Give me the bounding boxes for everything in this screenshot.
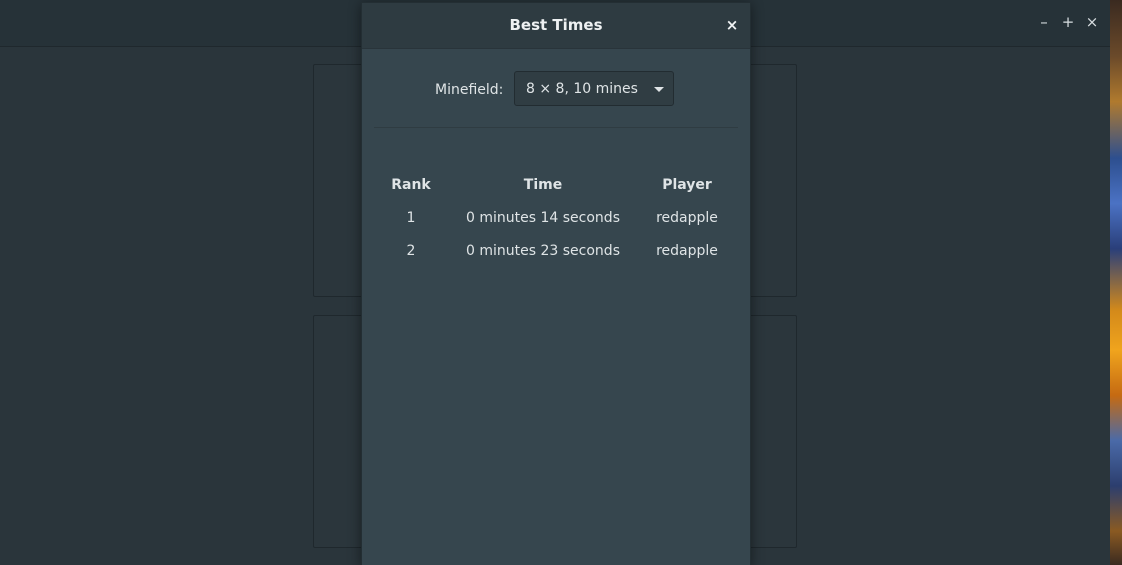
cell-player: redapple [656, 210, 718, 226]
cell-time: 0 minutes 14 seconds [466, 210, 620, 226]
cell-rank: 1 [406, 210, 416, 226]
minefield-label: Minefield: [435, 82, 504, 98]
cell-rank: 2 [406, 243, 416, 259]
minimize-icon[interactable]: – [1034, 12, 1054, 32]
column-header-rank: Rank [391, 177, 431, 193]
cell-time: 0 minutes 23 seconds [466, 243, 620, 259]
column-header-time: Time [523, 177, 563, 193]
best-times-dialog: Best Times × Minefield: 8 × 8, 10 mines … [361, 2, 751, 565]
dialog-headerbar: Best Times × [362, 3, 750, 49]
minefield-dropdown[interactable]: 8 × 8, 10 mines [514, 71, 674, 106]
dialog-close-icon[interactable]: × [722, 15, 742, 35]
screen: – + × Best Times × Minefield: 8 × 8, 10 … [0, 0, 1122, 565]
chevron-down-icon [654, 87, 664, 92]
maximize-icon[interactable]: + [1058, 12, 1078, 32]
separator [374, 127, 738, 128]
close-icon[interactable]: × [1082, 12, 1102, 32]
cell-player: redapple [656, 243, 718, 259]
desktop-wallpaper [1110, 0, 1122, 565]
dialog-title: Best Times [509, 16, 603, 34]
column-header-player: Player [662, 177, 712, 193]
minefield-dropdown-value: 8 × 8, 10 mines [526, 81, 638, 97]
